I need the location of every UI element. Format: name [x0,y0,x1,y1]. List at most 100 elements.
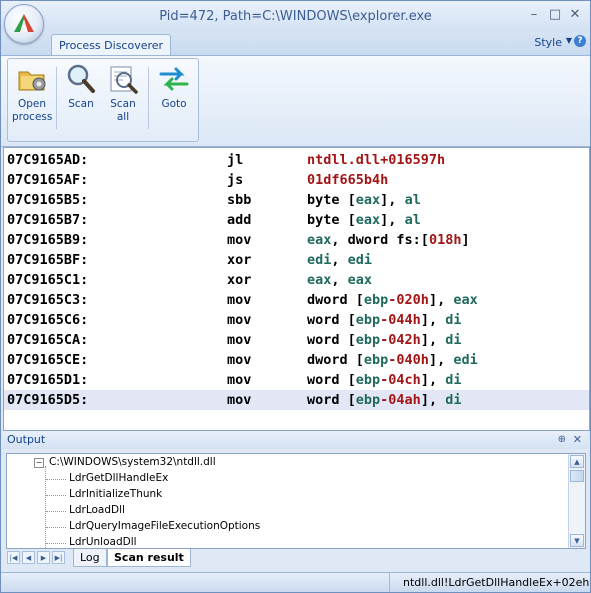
close-icon[interactable]: ✕ [573,431,582,449]
help-icon[interactable]: ? [574,35,586,47]
operand-token: ], [428,352,454,368]
operand-token: eax [307,272,332,288]
tree-guide [46,479,66,480]
operand-token: -040h [388,352,429,368]
address: 07C9165CA: [7,332,89,348]
operand-token: ebp [355,392,381,408]
scroll-down-icon[interactable]: ▼ [570,534,584,547]
operand-token: ], [420,392,446,408]
output-tree[interactable]: − C:\WINDOWS\system32\ntdll.dll LdrGetDl… [6,453,586,549]
scan-label: Scan [68,98,94,110]
scan-document-icon [107,63,139,95]
scan-all-button[interactable]: Scan all [105,63,141,124]
mnemonic: mov [227,392,252,408]
disasm-row[interactable]: 07C9165AF: js 01df665b4h [4,170,589,190]
disasm-row[interactable]: 07C9165D5: mov word [ebp-04ah], di [4,390,589,410]
address: 07C9165C6: [7,312,89,328]
disasm-row[interactable]: 07C9165C3: mov dword [ebp-020h], eax [4,290,589,310]
operand-token: al [404,212,421,228]
chevron-down-icon[interactable]: ▼ [566,36,572,45]
operand-token: -04ah [380,392,421,408]
disasm-row[interactable]: 07C9165C1: xor eax, eax [4,270,589,290]
scan-button[interactable]: Scan [63,63,99,111]
scroll-up-icon[interactable]: ▲ [570,455,584,468]
last-tab-icon[interactable]: ▶| [52,551,65,564]
operand-token: di [445,392,462,408]
next-tab-icon[interactable]: ▶ [37,551,50,564]
disasm-row[interactable]: 07C9165B7: add byte [eax], al [4,210,589,230]
operand-token: word [ [307,392,356,408]
tree-item[interactable]: LdrQueryImageFileExecutionOptions [69,520,260,532]
minimize-button[interactable]: – [526,7,542,23]
disasm-row[interactable]: 07C9165D1: mov word [ebp-04ch], di [4,370,589,390]
pin-icon[interactable]: ⊕ [558,431,566,449]
operand-token: ], [380,212,405,228]
tab-process-discoverer[interactable]: Process Discoverer [51,34,171,56]
vertical-scrollbar[interactable]: ▲ ▼ [568,454,585,548]
disasm-row[interactable]: 07C9165B9: mov eax, dword fs:[018h] [4,230,589,250]
prev-tab-icon[interactable]: ◀ [22,551,35,564]
tree-item[interactable]: LdrUnloadDll [69,536,137,548]
ribbon-group: Open process Scan Scan all Goto [7,58,199,142]
disasm-row[interactable]: 07C9165B5: sbb byte [eax], al [4,190,589,210]
operand-token: ], [428,292,454,308]
tree-guide [46,543,66,544]
maximize-button[interactable]: □ [547,7,563,23]
title-bar: Pid=472, Path=C:\WINDOWS\explorer.exe – … [1,1,590,31]
disasm-row[interactable]: 07C9165CE: mov dword [ebp-040h], edi [4,350,589,370]
tab-scan-result[interactable]: Scan result [107,549,191,567]
mnemonic: mov [227,312,252,328]
disasm-row[interactable]: 07C9165AD: jl ntdll.dll+016597h [4,150,589,170]
mnemonic: mov [227,372,252,388]
close-button[interactable]: ✕ [567,7,583,23]
disasm-row[interactable]: 07C9165C6: mov word [ebp-044h], di [4,310,589,330]
ribbon-separator [56,67,57,129]
operand-token: di [445,332,462,348]
tree-item[interactable]: LdrGetDllHandleEx [69,472,168,484]
operands: dword [ebp-040h], edi [307,350,478,370]
tree-root[interactable]: C:\WINDOWS\system32\ntdll.dll [49,456,216,468]
disasm-row[interactable]: 07C9165BF: xor edi, edi [4,250,589,270]
operand-token: eax [355,192,381,208]
operand-token: word [ [307,332,356,348]
operand-token: ], [420,332,446,348]
goto-label: Goto [161,98,187,110]
mnemonic: mov [227,352,252,368]
operand-token: di [445,312,462,328]
application-menu-button[interactable] [4,4,44,44]
mnemonic: mov [227,332,252,348]
tree-guide [46,495,66,496]
goto-button[interactable]: Goto [156,63,192,111]
address: 07C9165C1: [7,272,89,288]
tree-item[interactable]: LdrLoadDll [69,504,125,516]
mnemonic: js [227,172,244,188]
operand-token: edi [453,352,478,368]
operand-token: ebp [355,332,381,348]
operand-token: , [331,272,348,288]
operand-token: eax [307,232,332,248]
operand-token: al [404,192,421,208]
first-tab-icon[interactable]: |◀ [7,551,20,564]
operand-token: ntdll.dll+016597h [307,152,446,168]
address: 07C9165BF: [7,252,89,268]
operand-token: eax [347,272,373,288]
scroll-thumb[interactable] [570,470,584,482]
style-menu[interactable]: Style [534,36,562,49]
operands: word [ebp-04ch], di [307,370,461,390]
mnemonic: mov [227,232,252,248]
operands: dword [ebp-020h], eax [307,290,478,310]
status-location: ntdll.dll!LdrGetDllHandleEx+02eh [389,573,589,592]
collapse-toggle[interactable]: − [34,458,44,468]
output-title: Output [7,433,46,446]
operand-token: ebp [363,352,389,368]
operand-token: ebp [355,372,381,388]
operand-token: eax [453,292,478,308]
tree-item[interactable]: LdrInitializeThunk [69,488,162,500]
disassembly-view[interactable]: 07C9165AD: jl ntdll.dll+016597h 07C9165AF: j… [3,147,590,431]
operand-token: -044h [380,312,421,328]
open-process-button[interactable]: Open process [12,63,52,124]
tab-log[interactable]: Log [73,549,107,567]
operand-token: di [445,372,462,388]
disasm-row[interactable]: 07C9165CA: mov word [ebp-042h], di [4,330,589,350]
address: 07C9165AF: [7,172,89,188]
